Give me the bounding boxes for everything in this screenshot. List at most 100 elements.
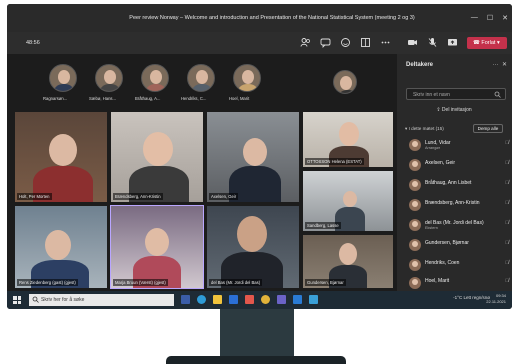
participant-name: Axelsen, Geir xyxy=(425,160,456,166)
mic-muted-icon: 🎙̸ xyxy=(505,200,509,206)
microphone-muted-icon[interactable] xyxy=(427,37,438,48)
panel-more-icon[interactable]: ··· xyxy=(493,62,499,68)
camera-icon[interactable] xyxy=(407,37,418,48)
word-icon[interactable] xyxy=(293,295,302,304)
avatar xyxy=(409,239,421,251)
panel-title: Deltakere xyxy=(406,62,434,68)
avatar xyxy=(409,277,421,289)
participant-row[interactable]: Gundersen, Bjørnar 🎙̸ xyxy=(409,238,509,254)
video-tile-braendsberg[interactable]: Brændsberg, Ann-Kristin xyxy=(111,112,203,202)
avatar-brathaug[interactable] xyxy=(141,64,169,92)
avatar xyxy=(409,199,421,211)
mic-muted-icon: 🎙̸ xyxy=(505,140,509,146)
minimize-button[interactable]: — xyxy=(471,14,478,22)
video-stage: Ragnarsøn... Sæbø, Hans... Bråthaug, A..… xyxy=(7,54,397,291)
participant-name: Hendriks, Coen xyxy=(425,260,460,266)
participant-search-input[interactable]: Skriv inn et navn xyxy=(406,88,506,100)
chrome-icon[interactable] xyxy=(261,295,270,304)
search-placeholder: Skriv inn et navn xyxy=(413,92,450,98)
share-invite-label: Del invitasjon xyxy=(441,107,472,113)
teams-icon[interactable] xyxy=(277,295,286,304)
video-tile-ottosson[interactable]: OTTOSSON Helena (ESTAT) xyxy=(303,112,393,167)
people-icon[interactable] xyxy=(300,37,311,48)
video-tile-axelsen[interactable]: Axelsen, Geir xyxy=(207,112,299,202)
avatar-spotlight[interactable] xyxy=(333,70,357,94)
avatar xyxy=(409,159,421,171)
taskbar-clock[interactable]: 09:34 22.11.2021 xyxy=(486,293,506,305)
avatar xyxy=(409,139,421,151)
mic-muted-icon: 🎙̸ xyxy=(505,180,509,186)
leave-button[interactable]: ☎ Forlat ▾ xyxy=(467,37,507,49)
avatar-hoel[interactable] xyxy=(233,64,261,92)
participant-name: Brændsberg, Ann-Kristin xyxy=(425,200,480,206)
maximize-button[interactable]: ☐ xyxy=(487,14,493,22)
section-label: I dette møtet (15) xyxy=(408,126,444,131)
tile-label: Axelsen, Geir xyxy=(209,193,239,200)
taskbar-search-input[interactable]: Skriv her for å søke xyxy=(29,294,174,306)
taskbar-search-placeholder: Skriv her for å søke xyxy=(41,297,85,303)
avatar xyxy=(409,179,421,191)
edge-icon[interactable] xyxy=(197,295,206,304)
tile-label: Sandberg, Lasse xyxy=(305,222,341,229)
video-tile-ziedenberg[interactable]: Rens Ziedenberg (gast) (gjest) xyxy=(15,206,107,288)
participant-row[interactable]: Axelsen, Geir 🎙̸ xyxy=(409,158,509,174)
weather-tray[interactable]: -1°C Lett regn/snø xyxy=(453,295,490,300)
mic-muted-icon: 🎙̸ xyxy=(505,278,509,284)
avatar-hendriks[interactable] xyxy=(187,64,215,92)
app-icon-blue[interactable] xyxy=(309,295,318,304)
avatar xyxy=(409,259,421,271)
mic-muted-icon: 🎙̸ xyxy=(505,260,509,266)
avatar xyxy=(409,219,421,231)
participant-name: Bråthaug, Ann Lisbet xyxy=(425,180,472,186)
app-icon-red[interactable] xyxy=(245,295,254,304)
participant-name: Hoel, Marit xyxy=(425,278,450,284)
chat-icon[interactable] xyxy=(320,37,331,48)
video-tile-holt[interactable]: Holt, Per Morten xyxy=(15,112,107,202)
participant-row[interactable]: Bråthaug, Ann Lisbet 🎙̸ xyxy=(409,178,509,194)
participants-panel: Deltakere ··· ✕ Skriv inn et navn ⇪ Del … xyxy=(397,54,512,291)
mute-all-button[interactable]: Demp alle xyxy=(473,124,503,133)
title-bar: Peer review Norway – Welcome and introdu… xyxy=(7,4,512,32)
in-meeting-section[interactable]: ▾ I dette møtet (15) xyxy=(405,126,444,132)
participant-row[interactable]: Hendriks, Coen 🎙̸ xyxy=(409,258,509,274)
windows-start-icon[interactable] xyxy=(13,296,21,304)
reactions-icon[interactable] xyxy=(340,37,351,48)
tile-label: del Bas (Mr. Jordi del Bas) xyxy=(209,279,263,286)
rooms-icon[interactable] xyxy=(360,37,371,48)
outlook-icon[interactable] xyxy=(229,295,238,304)
participant-role: Arrangør xyxy=(425,146,440,150)
tile-label: Brændsberg, Ann-Kristin xyxy=(113,193,163,200)
task-view-icon[interactable] xyxy=(181,295,190,304)
avatar-ragnarsoen[interactable] xyxy=(49,64,77,92)
video-tile-sandberg[interactable]: Sandberg, Lasse xyxy=(303,171,393,231)
meeting-toolbar: 48:56 ☎ Forlat ▾ xyxy=(7,32,512,54)
video-tile-del-bas[interactable]: del Bas (Mr. Jordi del Bas) xyxy=(207,206,299,288)
more-options-icon[interactable] xyxy=(380,37,391,48)
close-button[interactable]: ✕ xyxy=(502,14,508,22)
participant-role: Ekstern xyxy=(425,226,438,230)
meeting-timer: 48:56 xyxy=(26,40,40,46)
tile-label: OTTOSSON Helena (ESTAT) xyxy=(305,158,364,165)
share-screen-icon[interactable] xyxy=(447,37,458,48)
leave-label: Forlat xyxy=(481,40,496,46)
participant-row[interactable]: del Bas (Mr. Jordi del Bas) Ekstern 🎙̸ xyxy=(409,218,509,234)
participant-row[interactable]: Hoel, Marit 🎙̸ xyxy=(409,276,509,292)
search-icon xyxy=(32,296,39,305)
window-title: Peer review Norway – Welcome and introdu… xyxy=(129,15,415,21)
video-tile-bruun[interactable]: Marja Bruun (Værst) (gjest) xyxy=(110,205,204,289)
tile-label: Gundersen, Bjørnar xyxy=(305,279,346,286)
mic-muted-icon: 🎙̸ xyxy=(505,160,509,166)
share-invite-button[interactable]: ⇪ Del invitasjon xyxy=(419,105,489,116)
tile-label: Marja Bruun (Værst) (gjest) xyxy=(113,279,168,286)
participant-row[interactable]: Lund, Vidar Arrangør 🎙̸ xyxy=(409,138,509,154)
monitor-stand xyxy=(220,309,294,362)
participant-row[interactable]: Brændsberg, Ann-Kristin 🎙̸ xyxy=(409,198,509,214)
monitor-screen: Peer review Norway – Welcome and introdu… xyxy=(7,4,512,309)
file-explorer-icon[interactable] xyxy=(213,295,222,304)
video-tile-gundersen[interactable]: Gundersen, Bjørnar xyxy=(303,235,393,288)
together-label-1: Ragnarsøn... xyxy=(43,96,68,101)
panel-close-icon[interactable]: ✕ xyxy=(502,62,507,68)
windows-taskbar: Skriv her for å søke -1°C Lett regn/snø … xyxy=(7,291,512,309)
monitor-stand-base xyxy=(166,356,346,364)
avatar-saebo[interactable] xyxy=(95,64,123,92)
